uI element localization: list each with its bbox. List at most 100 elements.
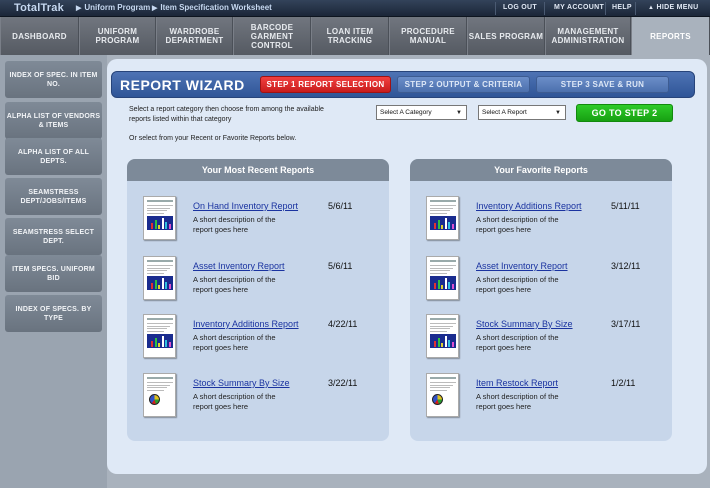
main-nav: DASHBOARD UNIFORM PROGRAM WARDROBE DEPAR…	[0, 17, 710, 55]
report-description-line: report goes here	[193, 225, 249, 234]
report-date: 3/12/11	[611, 261, 641, 271]
step-2-output-criteria[interactable]: STEP 2 OUTPUT & CRITERIA	[397, 76, 530, 93]
step-3-save-run[interactable]: STEP 3 SAVE & RUN	[536, 76, 669, 93]
report-date: 4/22/11	[328, 319, 358, 329]
breadcrumb-arrow-icon: ▶	[152, 5, 158, 12]
sidebar: INDEX OF SPEC. IN ITEM NO. ALPHA LIST OF…	[0, 55, 107, 488]
tab-wardrobe-department[interactable]: WARDROBE DEPARTMENT	[156, 17, 233, 55]
tab-sales-program[interactable]: SALES PROGRAM	[467, 17, 545, 55]
report-name-link[interactable]: On Hand Inventory Report	[193, 201, 298, 211]
report-name-link[interactable]: Inventory Additions Report	[193, 319, 299, 329]
report-description-line: report goes here	[193, 402, 249, 411]
report-date: 5/6/11	[328, 261, 353, 271]
sidebar-item-seamstress-select-dept[interactable]: SEAMSTRESS SELECT DEPT.	[5, 218, 102, 255]
report-name-link[interactable]: Item Restock Report	[476, 378, 558, 388]
report-thumbnail[interactable]	[426, 196, 459, 240]
logout-link[interactable]: LOG OUT	[503, 4, 537, 11]
recent-reports-panel: Your Most Recent Reports On Hand Invento…	[127, 159, 389, 441]
report-description: A short description of the report goes he…	[476, 392, 586, 412]
favorite-reports-panel: Your Favorite Reports Inventory Addition…	[410, 159, 672, 441]
report-description-line: report goes here	[476, 285, 532, 294]
pie-chart-icon	[432, 394, 443, 405]
bar-chart-icon	[430, 216, 456, 230]
help-link[interactable]: HELP	[612, 4, 632, 11]
report-list-item: On Hand Inventory Report 5/6/11 A short de…	[127, 190, 389, 246]
report-list-item: Stock Summary By Size 3/22/11 A short desc…	[127, 367, 389, 423]
report-description: A short description of the report goes he…	[193, 275, 303, 295]
report-name-link[interactable]: Stock Summary By Size	[476, 319, 573, 329]
breadcrumb-uniform-program[interactable]: ▶ Uniform Program	[76, 3, 150, 12]
report-name-link[interactable]: Asset Inventory Report	[476, 261, 568, 271]
report-thumbnail[interactable]	[426, 314, 459, 358]
report-description: A short description of the report goes he…	[193, 392, 303, 412]
app-brand: TotalTrak	[14, 2, 64, 14]
report-date: 5/6/11	[328, 201, 353, 211]
divider	[544, 2, 545, 15]
report-thumbnail[interactable]	[143, 373, 176, 417]
tab-reports[interactable]: REPORTS	[631, 17, 710, 55]
category-select[interactable]: Select A Category ▼	[376, 105, 467, 120]
report-description: A short description of the report goes he…	[476, 275, 586, 295]
report-name-link[interactable]: Stock Summary By Size	[193, 378, 290, 388]
sidebar-item-index-spec-item-no[interactable]: INDEX OF SPEC. IN ITEM NO.	[5, 61, 102, 98]
report-description: A short description of the report goes he…	[193, 215, 303, 235]
report-name-link[interactable]: Asset Inventory Report	[193, 261, 285, 271]
sidebar-item-alpha-all-depts[interactable]: ALPHA LIST OF ALL DEPTS.	[5, 138, 102, 175]
triangle-up-icon: ▲	[648, 5, 655, 11]
report-thumbnail[interactable]	[143, 256, 176, 300]
tab-barcode-garment-control[interactable]: BARCODE GARMENT CONTROL	[233, 17, 311, 55]
step-1-report-selection[interactable]: STEP 1 REPORT SELECTION	[260, 76, 391, 93]
main-content: REPORT WIZARD STEP 1 REPORT SELECTION ST…	[107, 55, 710, 488]
go-to-step-2-button[interactable]: GO TO STEP 2	[576, 104, 673, 122]
bar-chart-icon	[430, 276, 456, 290]
tab-dashboard[interactable]: DASHBOARD	[0, 17, 79, 55]
report-list-item: Inventory Additions Report 4/22/11 A short…	[127, 308, 389, 364]
report-description-line: report goes here	[476, 343, 532, 352]
report-description-line: report goes here	[476, 225, 532, 234]
report-description-line: report goes here	[193, 343, 249, 352]
report-description-line: A short description of the	[193, 215, 276, 224]
report-description-line: A short description of the	[476, 392, 559, 401]
report-description: A short description of the report goes he…	[476, 333, 586, 353]
sidebar-item-index-specs-by-type[interactable]: INDEX OF SPECS. BY TYPE	[5, 295, 102, 332]
divider	[495, 2, 496, 15]
sidebar-item-alpha-vendors-items[interactable]: ALPHA LIST OF VENDORS & ITEMS	[5, 102, 102, 139]
report-thumbnail[interactable]	[143, 314, 176, 358]
report-thumbnail[interactable]	[426, 256, 459, 300]
breadcrumb-item-spec-worksheet[interactable]: ▶ Item Specification Worksheet	[152, 3, 272, 12]
tab-procedure-manual[interactable]: PROCEDURE MANUAL	[389, 17, 467, 55]
sidebar-item-seamstress-dept-jobs-items[interactable]: SEAMSTRESS DEPT/JOBS/ITEMS	[5, 178, 102, 215]
report-name-link[interactable]: Inventory Additions Report	[476, 201, 582, 211]
my-account-link[interactable]: MY ACCOUNT	[554, 4, 604, 11]
dropdown-arrow-icon: ▼	[456, 110, 462, 116]
report-thumbnail[interactable]	[426, 373, 459, 417]
tab-uniform-program[interactable]: UNIFORM PROGRAM	[79, 17, 156, 55]
report-description: A short description of the report goes he…	[476, 215, 586, 235]
page-title: REPORT WIZARD	[120, 77, 245, 93]
report-thumbnail[interactable]	[143, 196, 176, 240]
bar-chart-icon	[147, 334, 173, 348]
divider	[605, 2, 606, 15]
tab-loan-item-tracking[interactable]: LOAN ITEM TRACKING	[311, 17, 389, 55]
report-date: 5/11/11	[611, 201, 640, 211]
report-description-line: A short description of the	[193, 333, 276, 342]
report-list-item: Stock Summary By Size 3/17/11 A short desc…	[410, 308, 672, 364]
sidebar-item-item-specs-uniform-bid[interactable]: ITEM SPECS. UNIFORM BID	[5, 255, 102, 292]
wizard-header: REPORT WIZARD STEP 1 REPORT SELECTION ST…	[111, 71, 695, 98]
report-select[interactable]: Select A Report ▼	[478, 105, 566, 120]
report-description-line: A short description of the	[193, 392, 276, 401]
report-list-item: Inventory Additions Report 5/11/11 A short…	[410, 190, 672, 246]
report-date: 3/17/11	[611, 319, 641, 329]
report-wizard-panel: REPORT WIZARD STEP 1 REPORT SELECTION ST…	[107, 59, 707, 474]
hide-menu-link[interactable]: ▲ HIDE MENU	[648, 4, 698, 11]
bar-chart-icon	[147, 216, 173, 230]
report-description-line: report goes here	[476, 402, 532, 411]
instruction-line-3: Or select from your Recent or Favorite R…	[129, 135, 297, 142]
dropdown-arrow-icon: ▼	[555, 110, 561, 116]
report-date: 1/2/11	[611, 378, 636, 388]
tab-management-administration[interactable]: MANAGEMENT ADMINISTRATION	[545, 17, 631, 55]
instruction-line-2: reports listed within that category	[129, 116, 232, 123]
report-list-item: Item Restock Report 1/2/11 A short descrip…	[410, 367, 672, 423]
bar-chart-icon	[430, 334, 456, 348]
report-description-line: A short description of the	[476, 275, 559, 284]
